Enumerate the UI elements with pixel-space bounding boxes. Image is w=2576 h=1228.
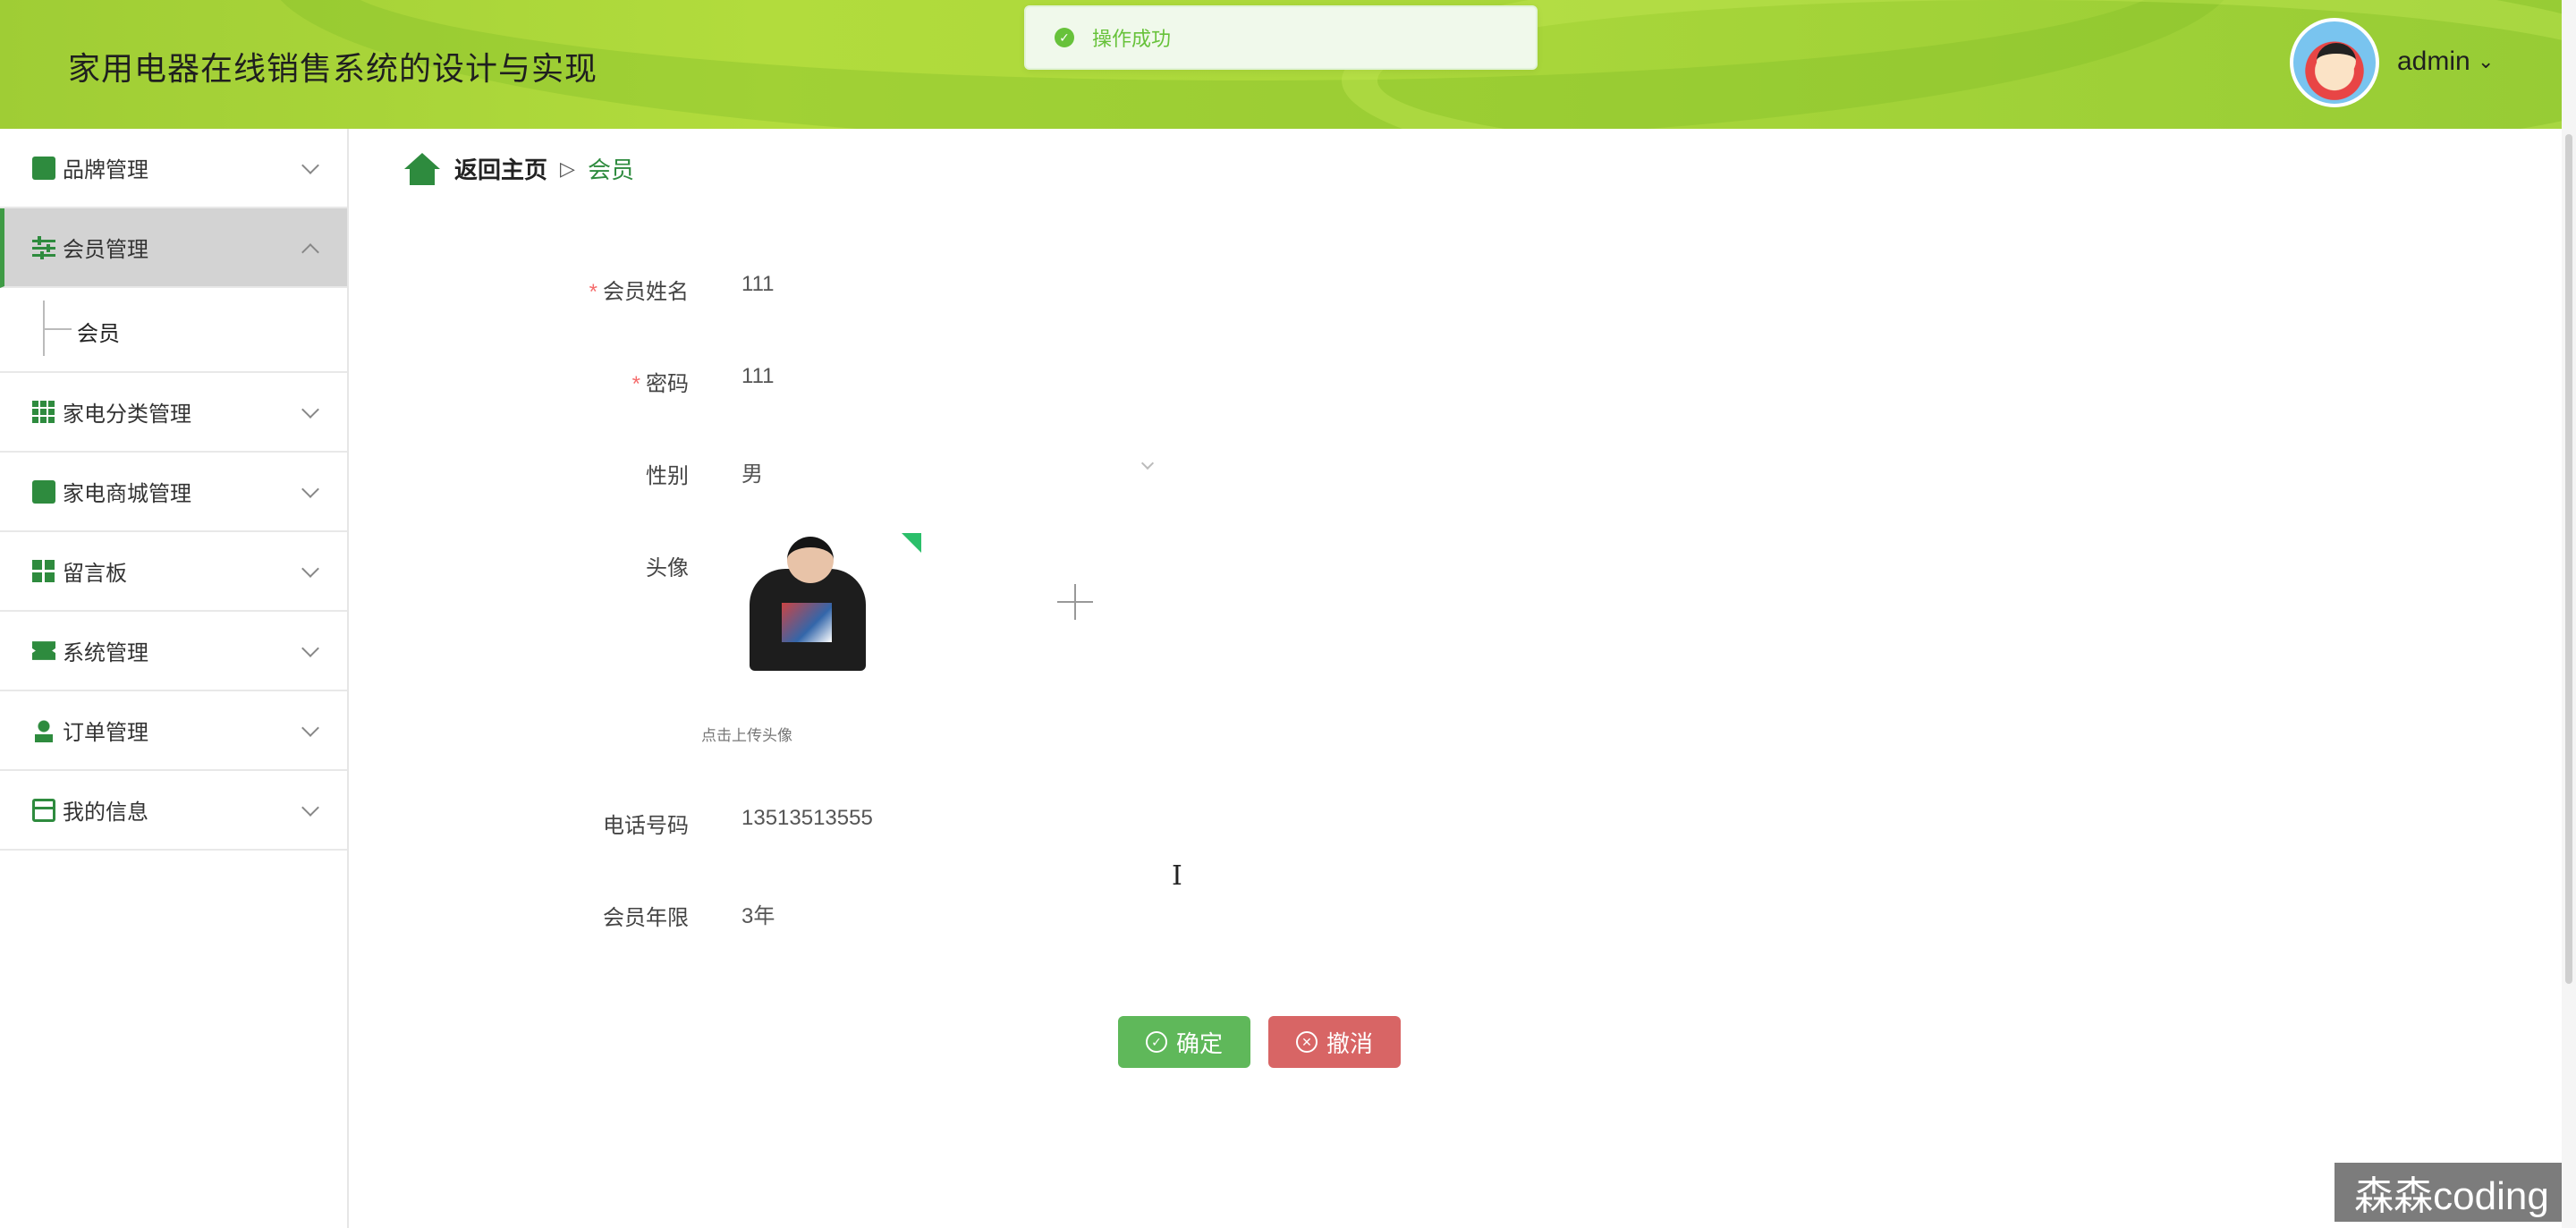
member-years-input[interactable]: 3年 xyxy=(741,898,775,929)
sidebar-item-my-info[interactable]: 我的信息 xyxy=(0,771,347,851)
photo-print xyxy=(782,603,832,642)
sidebar-item-messages[interactable]: 留言板 xyxy=(0,532,347,612)
upload-hint: 点击上传头像 xyxy=(701,727,792,744)
breadcrumb-separator: ▷ xyxy=(560,157,575,180)
watermark: 森森coding xyxy=(2334,1163,2569,1222)
sidebar-item-system[interactable]: 系统管理 xyxy=(0,612,347,691)
sidebar-item-label: 家电分类管理 xyxy=(63,402,191,427)
user-menu-name[interactable]: admin xyxy=(2397,47,2470,77)
grid-icon xyxy=(32,400,55,424)
chevron-up-icon xyxy=(301,243,319,261)
home-base xyxy=(410,166,435,185)
phone-label: 电话号码 xyxy=(603,814,689,838)
sidebar-subitem-label: 会员 xyxy=(77,322,120,346)
member-name-label-text: 会员姓名 xyxy=(603,280,689,304)
sidebar-item-members[interactable]: 会员管理 xyxy=(0,208,347,288)
chevron-down-icon xyxy=(301,560,319,578)
breadcrumb-home-link[interactable]: 返回主页 xyxy=(454,152,547,185)
close-circle-icon: ✕ xyxy=(1295,1031,1318,1053)
password-label: * 密码 xyxy=(510,366,689,397)
success-corner-icon xyxy=(902,533,921,553)
confirm-button-label: 确定 xyxy=(1175,1029,1223,1057)
member-years-label: 会员年限 xyxy=(603,906,689,930)
sidebar-item-category[interactable]: 家电分类管理 xyxy=(0,373,347,453)
success-toast: ✓ 操作成功 xyxy=(1024,5,1538,70)
upload-plus-icon[interactable] xyxy=(1057,584,1093,620)
user-icon xyxy=(32,718,55,742)
scrollbar-thumb[interactable] xyxy=(2565,134,2572,984)
dashboard-icon xyxy=(32,559,55,583)
chevron-down-icon xyxy=(301,480,319,498)
sidebar-item-label: 品牌管理 xyxy=(63,158,148,182)
gender-select[interactable]: 男 xyxy=(741,456,763,487)
check-circle-icon: ✓ xyxy=(1055,28,1074,47)
member-name-input[interactable]: 111 xyxy=(741,272,774,297)
brand-icon xyxy=(32,156,55,180)
sliders-icon xyxy=(32,235,55,259)
sidebar-item-label: 留言板 xyxy=(63,562,127,586)
chevron-down-icon xyxy=(301,639,319,657)
ticket-icon xyxy=(32,641,55,660)
required-mark: * xyxy=(589,280,597,304)
chevron-down-icon xyxy=(301,157,319,174)
sidebar-subitem-member[interactable]: 会员 xyxy=(0,288,347,373)
confirm-button[interactable]: ✓ 确定 xyxy=(1118,1016,1250,1068)
scrollbar[interactable] xyxy=(2562,0,2576,1228)
gender-label: 性别 xyxy=(646,464,689,488)
sidebar-item-label: 系统管理 xyxy=(63,641,148,665)
sidebar-item-brand[interactable]: 品牌管理 xyxy=(0,129,347,208)
sidebar-item-orders[interactable]: 订单管理 xyxy=(0,691,347,771)
app-title: 家用电器在线销售系统的设计与实现 xyxy=(68,50,598,87)
card-icon xyxy=(32,798,55,822)
breadcrumb: 返回主页 ▷ 会员 xyxy=(404,152,634,185)
text-cursor-icon: I xyxy=(1172,860,1182,892)
chevron-down-icon xyxy=(301,401,319,419)
home-icon[interactable] xyxy=(404,152,440,185)
phone-input[interactable]: 13513513555 xyxy=(741,806,873,831)
avatar-label: 头像 xyxy=(646,556,689,580)
password-label-text: 密码 xyxy=(646,372,689,396)
tree-branch xyxy=(43,328,72,330)
required-mark: * xyxy=(631,372,640,396)
sidebar-item-label: 会员管理 xyxy=(63,238,148,262)
check-circle-icon: ✓ xyxy=(1145,1031,1167,1053)
photo-head xyxy=(787,537,834,583)
cancel-button-label: 撤消 xyxy=(1326,1029,1373,1057)
sidebar-item-label: 订单管理 xyxy=(63,721,148,745)
cancel-button[interactable]: ✕ 撤消 xyxy=(1268,1016,1401,1068)
sidebar: 品牌管理 会员管理 会员 家电分类管理 家电商城管理 留言板 系统管理 订单管理 xyxy=(0,129,349,1228)
avatar-preview-image[interactable] xyxy=(707,533,928,671)
chevron-down-icon xyxy=(301,719,319,737)
user-avatar[interactable] xyxy=(2290,18,2379,107)
member-name-label: * 会员姓名 xyxy=(510,274,689,305)
chevron-down-icon xyxy=(301,799,319,817)
clipboard-icon xyxy=(32,479,55,504)
sidebar-item-label: 家电商城管理 xyxy=(63,482,191,506)
avatar-face xyxy=(2317,43,2356,79)
sidebar-item-label: 我的信息 xyxy=(63,800,148,825)
sidebar-item-mall[interactable]: 家电商城管理 xyxy=(0,453,347,532)
toast-message: 操作成功 xyxy=(1092,28,1172,50)
chevron-down-icon[interactable]: ⌄ xyxy=(2478,50,2494,73)
password-input[interactable]: 111 xyxy=(741,364,774,389)
breadcrumb-current: 会员 xyxy=(587,157,634,183)
